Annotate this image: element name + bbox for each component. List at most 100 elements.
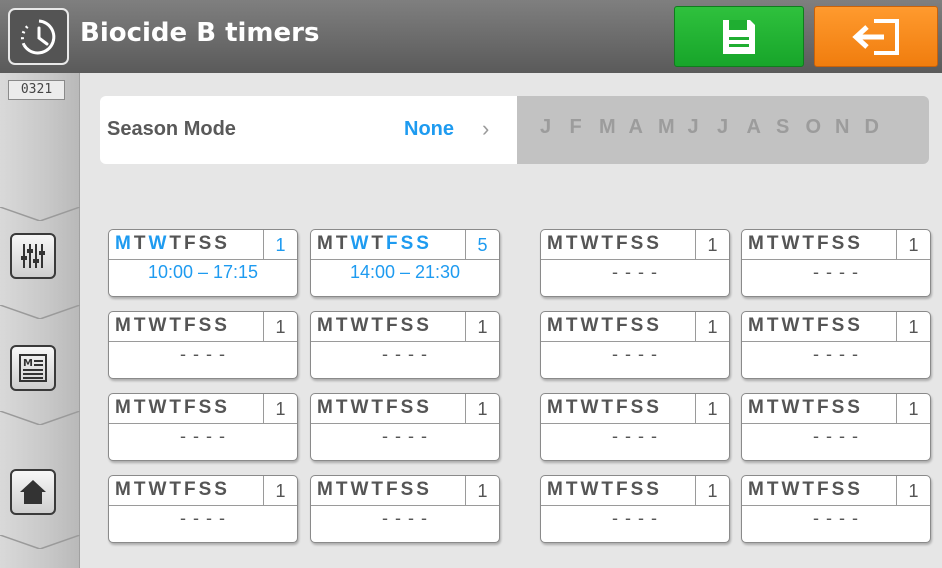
weekday-letter: F bbox=[385, 397, 398, 418]
weekday-letter: F bbox=[183, 397, 196, 418]
weekday-letter: T bbox=[371, 315, 383, 336]
weekday-letter: T bbox=[601, 479, 613, 500]
weekday-letter: T bbox=[133, 397, 146, 418]
weekday-selector: MTWTFSS bbox=[317, 397, 432, 419]
timer-time-range: - - - - bbox=[180, 508, 226, 528]
weekday-letter: W bbox=[148, 315, 167, 336]
weekday-letter: F bbox=[385, 315, 398, 336]
season-mode-value[interactable]: None bbox=[404, 118, 454, 141]
timer-slot[interactable]: MTWTFSS1- - - - bbox=[310, 475, 500, 543]
timer-days-row: MTWTFSS1 bbox=[109, 230, 297, 260]
save-button[interactable] bbox=[674, 6, 804, 67]
weekday-letter: T bbox=[169, 479, 181, 500]
svg-text:M: M bbox=[23, 358, 33, 369]
timer-time-range: - - - - bbox=[612, 426, 658, 446]
weekday-letter: T bbox=[371, 233, 383, 254]
weekday-letter: T bbox=[601, 233, 613, 254]
divider bbox=[0, 207, 80, 221]
weekday-letter: F bbox=[385, 479, 398, 500]
weekday-letter: T bbox=[601, 397, 613, 418]
timer-slot[interactable]: MTWTFSS1- - - - bbox=[108, 393, 298, 461]
month-label: J bbox=[687, 116, 699, 138]
timer-slot[interactable]: MTWTFSS1- - - - bbox=[741, 393, 931, 461]
weekday-letter: W bbox=[781, 233, 800, 254]
weekday-letter: W bbox=[148, 397, 167, 418]
month-label: J bbox=[717, 116, 729, 138]
weekday-letter: S bbox=[847, 233, 860, 254]
weekday-letter: T bbox=[766, 233, 779, 254]
weekday-letter: T bbox=[601, 315, 613, 336]
weekday-letter: W bbox=[580, 233, 599, 254]
timer-slot[interactable]: M T W T F S S 1 10:00 – 17:15 bbox=[108, 229, 298, 297]
timer-slot[interactable]: MTWTFSS1- - - - bbox=[741, 475, 931, 543]
divider bbox=[0, 411, 80, 425]
weekday-letter: F bbox=[615, 479, 628, 500]
timer-slot[interactable]: MTWTFSS1- - - - bbox=[540, 229, 730, 297]
timer-days-row: MTWTFSS1 bbox=[109, 476, 297, 506]
timer-slot[interactable]: MTWTFSS1- - - - bbox=[540, 311, 730, 379]
weekday-letter: M bbox=[317, 233, 333, 254]
timer-slot[interactable]: MTWTFSS1- - - - bbox=[540, 475, 730, 543]
timer-time-range: 10:00 – 17:15 bbox=[147, 262, 259, 282]
weekday-letter: W bbox=[580, 397, 599, 418]
weekday-selector: MTWTFSS bbox=[748, 233, 863, 255]
weekday-selector: MTWTFSS bbox=[748, 479, 863, 501]
weekday-selector: MTWTFSS bbox=[748, 397, 863, 419]
weekday-letter: S bbox=[400, 397, 414, 418]
weekday-letter: S bbox=[831, 479, 845, 500]
weekday-letter: S bbox=[198, 315, 212, 336]
timer-slot[interactable]: M T W T F S S 5 14:00 – 21:30 bbox=[310, 229, 500, 297]
exit-button[interactable] bbox=[814, 6, 938, 67]
home-button[interactable] bbox=[10, 469, 56, 515]
timer-slot[interactable]: MTWTFSS1- - - - bbox=[310, 311, 500, 379]
weekday-letter: W bbox=[148, 233, 167, 254]
weekday-letter: T bbox=[766, 397, 779, 418]
settings-button[interactable] bbox=[10, 233, 56, 279]
sliders-icon bbox=[21, 244, 45, 268]
weekday-letter: M bbox=[547, 315, 563, 336]
weekday-letter: F bbox=[183, 479, 196, 500]
timer-slot[interactable]: MTWTFSS1- - - - bbox=[310, 393, 500, 461]
timer-time-range: - - - - bbox=[382, 426, 428, 446]
timer-slot[interactable]: MTWTFSS1- - - - bbox=[108, 311, 298, 379]
timer-slot[interactable]: MTWTFSS1- - - - bbox=[540, 393, 730, 461]
season-mode-label: Season Mode bbox=[107, 118, 236, 140]
weekday-letter: W bbox=[350, 479, 369, 500]
weekday-letter: M bbox=[748, 233, 764, 254]
weekday-letter: F bbox=[183, 315, 196, 336]
timer-slot[interactable]: MTWTFSS1- - - - bbox=[741, 311, 931, 379]
weekday-letter: T bbox=[802, 479, 814, 500]
timer-days-row: MTWTFSS1 bbox=[742, 476, 930, 506]
weekday-letter: S bbox=[416, 233, 429, 254]
weekday-letter: S bbox=[847, 397, 860, 418]
timer-days-row: MTWTFSS5 bbox=[311, 230, 499, 260]
weekday-letter: T bbox=[335, 233, 348, 254]
weekday-letter: M bbox=[115, 233, 131, 254]
menu-button[interactable]: M bbox=[10, 345, 56, 391]
timer-slot[interactable]: MTWTFSS1- - - - bbox=[108, 475, 298, 543]
weekday-letter: S bbox=[400, 315, 414, 336]
screen-code: 0321 bbox=[8, 80, 65, 100]
weekday-selector: MTWTFSS bbox=[547, 315, 662, 337]
weekday-letter: S bbox=[831, 315, 845, 336]
weekday-letter: W bbox=[350, 397, 369, 418]
weekday-letter: M bbox=[748, 397, 764, 418]
weekday-selector: MTWTFSS bbox=[317, 315, 432, 337]
weekday-letter: W bbox=[781, 315, 800, 336]
timer-days-row: MTWTFSS1 bbox=[311, 394, 499, 424]
weekday-letter: M bbox=[115, 479, 131, 500]
weekday-selector: MTWTFSS bbox=[748, 315, 863, 337]
weekday-letter: M bbox=[547, 233, 563, 254]
weekday-letter: T bbox=[335, 397, 348, 418]
timer-days-row: MTWTFSS1 bbox=[541, 394, 729, 424]
timer-days-row: MTWTFSS1 bbox=[109, 312, 297, 342]
weekday-letter: S bbox=[214, 233, 227, 254]
weekday-letter: S bbox=[646, 315, 659, 336]
home-icon bbox=[20, 480, 46, 504]
timer-count: 1 bbox=[695, 476, 729, 506]
timer-slot[interactable]: MTWTFSS1- - - - bbox=[741, 229, 931, 297]
weekday-selector: MTWTFSS bbox=[547, 479, 662, 501]
weekday-letter: F bbox=[183, 233, 196, 254]
month-label: M bbox=[599, 116, 616, 138]
season-months: JFMAMJJASOND bbox=[540, 116, 894, 139]
